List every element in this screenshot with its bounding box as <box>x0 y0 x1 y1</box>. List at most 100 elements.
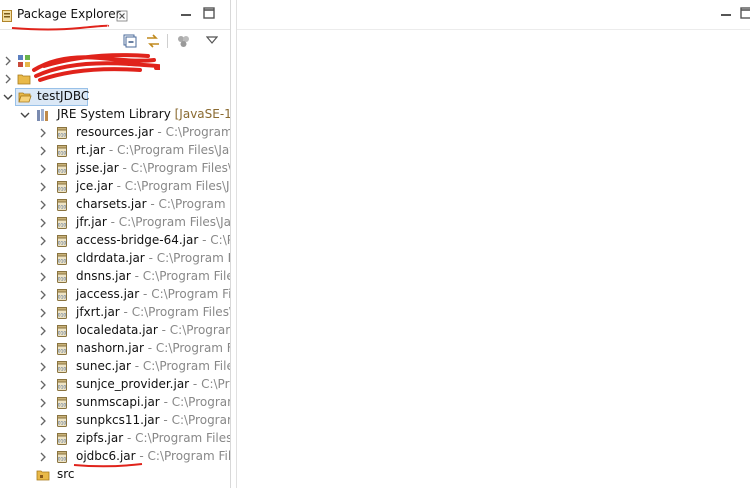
maximize-icon[interactable] <box>740 7 750 19</box>
chevron-right-icon[interactable] <box>38 218 48 228</box>
folder-icon <box>17 74 31 85</box>
chevron-right-icon[interactable] <box>38 200 48 210</box>
jar-name: dnsns.jar <box>76 269 131 283</box>
svg-text:010: 010 <box>58 349 67 355</box>
chevron-right-icon[interactable] <box>38 416 48 426</box>
tree-row-project[interactable]: testJDBC <box>0 88 230 106</box>
chevron-right-icon[interactable] <box>38 326 48 336</box>
tree-row-jar[interactable]: 010 access-bridge-64.jar - C:\Pr <box>0 232 230 250</box>
chevron-right-icon[interactable] <box>38 434 48 444</box>
jar-separator: - <box>189 377 202 391</box>
jar-path: C:\Program Files\Ja <box>124 179 231 193</box>
tree-row-src[interactable]: src <box>0 466 230 484</box>
jar-name: sunec.jar <box>76 359 131 373</box>
svg-text:010: 010 <box>58 223 67 229</box>
tree-row-jar[interactable]: 010 sunmscapi.jar - C:\Program <box>0 394 230 412</box>
red-annotation-underline-ojdbc <box>73 463 143 468</box>
tree-row-jar[interactable]: 010 sunjce_provider.jar - C:\Pro <box>0 376 230 394</box>
chevron-right-icon[interactable] <box>38 128 48 138</box>
chevron-right-icon[interactable] <box>38 452 48 462</box>
jar-separator: - <box>159 395 172 409</box>
tree-row-jar[interactable]: 010 zipfs.jar - C:\Program Files\ <box>0 430 231 448</box>
library-icon <box>37 109 48 121</box>
package-explorer-icon <box>2 10 12 22</box>
jar-icon: 010 <box>57 397 67 409</box>
jar-path: C:\Program Files\ <box>135 431 231 445</box>
tree-row-jar[interactable]: 010 sunec.jar - C:\Program Files <box>0 358 230 376</box>
tree-row-jar[interactable]: 010 jfxrt.jar - C:\Program Files\ <box>0 304 230 322</box>
tree-row-jar[interactable]: 010 jfr.jar - C:\Program Files\Ja <box>0 214 231 232</box>
jar-path: C:\Pro <box>201 377 230 391</box>
tree-row-jar[interactable]: 010 charsets.jar - C:\Program Fi <box>0 196 230 214</box>
open-folder-icon <box>18 92 32 103</box>
link-with-editor-icon[interactable] <box>145 33 161 49</box>
tree-row-redacted-1[interactable] <box>0 52 230 70</box>
jar-path: C:\Program <box>169 323 231 337</box>
tree-row-jar[interactable]: 010 nashorn.jar - C:\Program Fi <box>0 340 230 358</box>
jar-icon: 010 <box>57 271 67 283</box>
tree-row-jar[interactable]: 010 dnsns.jar - C:\Program Files <box>0 268 230 286</box>
chevron-right-icon[interactable] <box>38 344 48 354</box>
chevron-right-icon[interactable] <box>3 74 13 84</box>
jar-separator: - <box>118 161 131 175</box>
chevron-right-icon[interactable] <box>38 146 48 156</box>
tree-row-jar[interactable]: 010 sunpkcs11.jar - C:\Program <box>0 412 230 430</box>
chevron-right-icon[interactable] <box>38 254 48 264</box>
jar-icon: 010 <box>57 433 67 445</box>
chevron-right-icon[interactable] <box>38 290 48 300</box>
chevron-right-icon[interactable] <box>3 56 13 66</box>
view-tab-bar: Package Explorer <box>0 0 230 31</box>
jar-path: C:\Program Files\Ja <box>118 215 231 229</box>
filter-icon[interactable] <box>177 34 191 48</box>
jar-path: C:\Program Files\Jav <box>117 143 231 157</box>
minimize-icon[interactable] <box>180 9 192 21</box>
tree-row-jre-library[interactable]: JRE System Library [JavaSE-1.8] <box>0 106 230 124</box>
chevron-right-icon[interactable] <box>38 362 48 372</box>
chevron-right-icon[interactable] <box>38 380 48 390</box>
svg-text:010: 010 <box>58 151 67 157</box>
chevron-right-icon[interactable] <box>38 182 48 192</box>
svg-text:010: 010 <box>58 241 67 247</box>
chevron-down-icon[interactable] <box>3 92 13 102</box>
chevron-right-icon[interactable] <box>38 164 48 174</box>
jar-name: jsse.jar <box>76 161 119 175</box>
close-icon[interactable] <box>116 10 128 22</box>
tree-row-jar[interactable]: 010 resources.jar - C:\Program I <box>0 124 230 142</box>
tree-row-jar[interactable]: 010 jsse.jar - C:\Program Files\J <box>0 160 230 178</box>
chevron-right-icon[interactable] <box>38 236 48 246</box>
tree-row-jar[interactable]: 010 rt.jar - C:\Program Files\Jav <box>0 142 231 160</box>
svg-text:010: 010 <box>58 295 67 301</box>
svg-text:010: 010 <box>58 133 67 139</box>
tree-row-jar[interactable]: 010 jaccess.jar - C:\Program File <box>0 286 231 304</box>
tree-row-jar[interactable]: 010 localedata.jar - C:\Program <box>0 322 231 340</box>
svg-text:010: 010 <box>58 367 67 373</box>
svg-text:010: 010 <box>58 313 67 319</box>
chevron-right-icon[interactable] <box>38 272 48 282</box>
jar-name: jce.jar <box>76 179 113 193</box>
jar-path: C:\Program Fi <box>156 251 231 265</box>
jar-path: C:\Program <box>171 413 230 427</box>
jar-icon: 010 <box>57 343 67 355</box>
jar-icon: 010 <box>57 451 67 463</box>
tree-row-redacted-2[interactable] <box>0 70 230 88</box>
jar-name: nashorn.jar <box>76 341 144 355</box>
jar-separator: - <box>123 431 136 445</box>
svg-text:010: 010 <box>58 421 67 427</box>
jar-name: access-bridge-64.jar <box>76 233 199 247</box>
tree-row-jar[interactable]: 010 cldrdata.jar - C:\Program Fi <box>0 250 231 268</box>
jar-separator: - <box>130 359 143 373</box>
minimize-icon[interactable] <box>720 9 732 21</box>
jar-path: C:\Program File <box>151 287 231 301</box>
chevron-right-icon[interactable] <box>38 398 48 408</box>
view-menu-icon[interactable] <box>206 35 218 45</box>
jar-icon: 010 <box>57 145 67 157</box>
tree-row-jar[interactable]: 010 jce.jar - C:\Program Files\Ja <box>0 178 231 196</box>
collapse-all-icon[interactable] <box>123 34 137 48</box>
jar-separator: - <box>106 215 119 229</box>
maximize-icon[interactable] <box>203 7 215 19</box>
svg-text:010: 010 <box>58 439 67 445</box>
chevron-down-icon[interactable] <box>20 110 30 120</box>
package-explorer-view: Package Explorer testJDBC JRE System Lib… <box>0 0 231 488</box>
chevron-right-icon[interactable] <box>38 308 48 318</box>
jar-name: ojdbc6.jar <box>76 449 136 463</box>
